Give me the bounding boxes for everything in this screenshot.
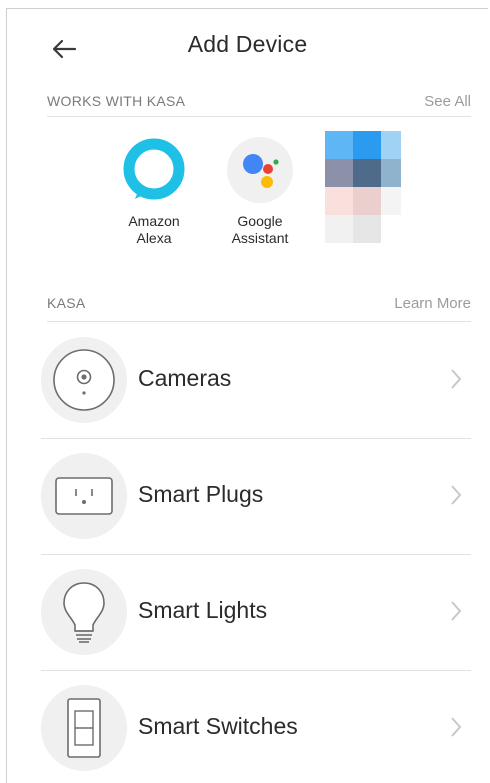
app-screen: Add Device WORKS WITH KASA See All Amazo… bbox=[6, 8, 488, 783]
chevron-right-icon bbox=[451, 601, 462, 621]
camera-icon bbox=[41, 337, 127, 423]
alexa-icon bbox=[121, 137, 187, 203]
kasa-label: KASA bbox=[47, 295, 86, 311]
device-item-label: Cameras bbox=[138, 365, 232, 391]
bulb-icon bbox=[41, 569, 127, 655]
device-item-cameras[interactable]: Cameras bbox=[41, 322, 471, 439]
works-with-header: WORKS WITH KASA See All bbox=[47, 86, 471, 117]
see-all-link[interactable]: See All bbox=[424, 93, 471, 110]
page-title: Add Device bbox=[187, 31, 308, 57]
chevron-right-icon bbox=[451, 717, 462, 737]
partner-alexa[interactable]: Amazon Alexa bbox=[109, 137, 199, 247]
chevron-right-icon bbox=[451, 369, 462, 389]
learn-more-link[interactable]: Learn More bbox=[394, 295, 471, 312]
google-assistant-icon bbox=[227, 137, 293, 203]
partner-alexa-name: Amazon Alexa bbox=[128, 213, 180, 246]
device-item-label: Smart Lights bbox=[138, 597, 268, 623]
device-item-label: Smart Switches bbox=[138, 713, 298, 739]
device-item-smart-switches[interactable]: Smart Switches bbox=[41, 670, 471, 783]
partner-google-assistant[interactable]: Google Assistant bbox=[215, 137, 305, 247]
device-item-smart-plugs[interactable]: Smart Plugs bbox=[41, 438, 471, 555]
plug-icon bbox=[41, 453, 127, 539]
partner-placeholder-image[interactable] bbox=[325, 131, 409, 248]
device-item-smart-lights[interactable]: Smart Lights bbox=[41, 554, 471, 671]
header-bar: Add Device bbox=[7, 9, 488, 83]
chevron-right-icon bbox=[451, 485, 462, 505]
device-item-label: Smart Plugs bbox=[138, 481, 264, 507]
partner-google-name: Google Assistant bbox=[231, 213, 289, 246]
kasa-header: KASA Learn More bbox=[47, 285, 471, 322]
works-with-label: WORKS WITH KASA bbox=[47, 93, 186, 109]
switch-icon bbox=[41, 685, 127, 771]
partner-row: Amazon Alexa Google Assistant bbox=[7, 131, 488, 271]
